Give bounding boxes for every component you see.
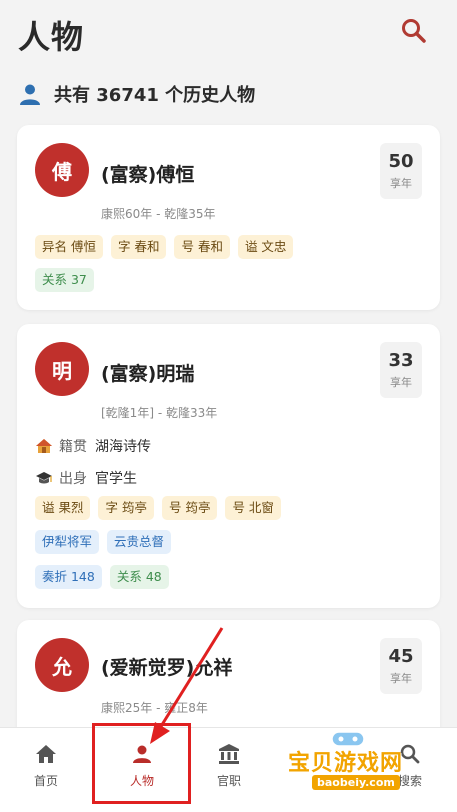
age-badge: 45 享年 bbox=[380, 638, 422, 694]
search-icon[interactable] bbox=[399, 16, 429, 46]
watermark-text: 宝贝游戏网 bbox=[288, 751, 404, 776]
alias-tag[interactable]: 号 北窗 bbox=[225, 496, 281, 520]
alias-tag[interactable]: 字 春和 bbox=[110, 235, 167, 259]
office-tags: 伊犁将军 云贵总督 bbox=[35, 530, 172, 554]
alias-tags: 谥 果烈 字 筠亭 号 筠亭 号 北窗 bbox=[35, 496, 281, 520]
watermark-url: baobeiy.com bbox=[312, 775, 400, 790]
alias-tag[interactable]: 号 筠亭 bbox=[161, 496, 218, 520]
age-unit: 享年 bbox=[390, 672, 412, 685]
age-unit: 享年 bbox=[390, 177, 412, 190]
person-count-summary: 共有 36741 个历史人物 bbox=[18, 80, 255, 108]
alias-tag[interactable]: 谥 文忠 bbox=[237, 235, 294, 259]
alias-tag[interactable]: 谥 果烈 bbox=[35, 496, 91, 520]
person-card[interactable]: 明 (富察)明瑞 [乾隆1年] - 乾隆33年 33 享年 籍贯 湖海诗传 出身… bbox=[17, 324, 440, 608]
alias-tag[interactable]: 异名 傅恒 bbox=[35, 235, 103, 259]
person-name: (爱新觉罗)允祥 bbox=[101, 657, 233, 679]
alias-tag[interactable]: 字 筠亭 bbox=[98, 496, 154, 520]
stat-tags: 关系 37 bbox=[35, 268, 94, 292]
origin-value: 湖海诗传 bbox=[95, 439, 151, 455]
background-row: 出身 官学生 bbox=[35, 468, 137, 488]
relation-tag[interactable]: 关系 37 bbox=[35, 268, 94, 292]
nav-label: 官职 bbox=[216, 774, 241, 788]
alias-tag[interactable]: 号 春和 bbox=[174, 235, 230, 259]
house-icon bbox=[36, 439, 52, 453]
office-tag[interactable]: 云贵总督 bbox=[107, 530, 172, 554]
person-icon bbox=[20, 84, 40, 105]
graduation-cap-icon bbox=[36, 472, 52, 484]
age-badge: 33 享年 bbox=[380, 342, 422, 398]
nav-label: 首页 bbox=[33, 774, 58, 788]
office-tag[interactable]: 伊犁将军 bbox=[35, 530, 100, 554]
alias-tags: 异名 傅恒 字 春和 号 春和 谥 文忠 bbox=[35, 235, 294, 259]
institution-icon bbox=[219, 744, 239, 764]
stat-tags: 奏折 148 关系 48 bbox=[35, 565, 169, 589]
nav-home[interactable]: 首页 bbox=[11, 742, 81, 789]
life-years: [乾隆1年] - 乾隆33年 bbox=[101, 406, 218, 420]
watermark: 宝贝游戏网 baobeiy.com bbox=[278, 727, 428, 797]
person-name: (富察)傅恒 bbox=[101, 164, 195, 186]
home-icon bbox=[36, 745, 56, 763]
page-title: 人物 bbox=[18, 18, 85, 56]
avatar: 傅 bbox=[35, 143, 89, 197]
age-unit: 享年 bbox=[390, 376, 412, 389]
origin-label: 籍贯 bbox=[59, 439, 87, 455]
relation-tag[interactable]: 关系 48 bbox=[109, 565, 169, 589]
age-value: 45 bbox=[388, 646, 414, 667]
memorial-tag[interactable]: 奏折 148 bbox=[35, 565, 102, 589]
summary-text: 共有 36741 个历史人物 bbox=[54, 85, 256, 106]
life-years: 康熙60年 - 乾隆35年 bbox=[101, 207, 216, 221]
avatar: 明 bbox=[35, 342, 89, 396]
annotation-highlight-box bbox=[92, 723, 191, 804]
background-value: 官学生 bbox=[95, 471, 137, 487]
origin-row: 籍贯 湖海诗传 bbox=[35, 436, 151, 456]
nav-offices[interactable]: 官职 bbox=[194, 742, 264, 789]
background-label: 出身 bbox=[59, 471, 87, 487]
age-value: 50 bbox=[388, 151, 414, 172]
avatar: 允 bbox=[35, 638, 89, 692]
person-name: (富察)明瑞 bbox=[101, 363, 195, 385]
age-value: 33 bbox=[388, 350, 414, 371]
person-card[interactable]: 傅 (富察)傅恒 康熙60年 - 乾隆35年 50 享年 异名 傅恒 字 春和 … bbox=[17, 125, 440, 310]
life-years: 康熙25年 - 雍正8年 bbox=[101, 701, 208, 715]
app-bar: 人物 bbox=[0, 0, 457, 62]
age-badge: 50 享年 bbox=[380, 143, 422, 199]
